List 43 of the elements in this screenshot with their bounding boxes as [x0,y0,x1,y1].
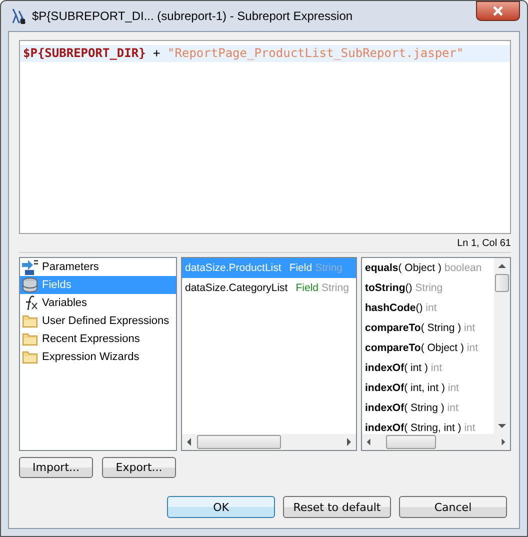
method-item[interactable]: toString() String [362,278,494,298]
toolbar-button[interactable]: Export... [102,457,176,478]
method-item[interactable]: equals( Object ) boolean [362,258,494,278]
method-item[interactable]: hashCode() int [362,298,494,318]
field-item[interactable]: dataSize.CategoryList Field String [182,278,356,298]
parameter-icon [21,259,39,275]
folder-icon [21,313,39,329]
horizontal-scrollbar[interactable] [362,434,510,450]
method-item[interactable]: compareTo( Object ) int [362,338,494,358]
method-item[interactable]: indexOf( String ) int [362,398,494,418]
scroll-left-icon[interactable] [186,438,193,446]
method-item[interactable]: indexOf( int, int ) int [362,378,494,398]
database-icon [21,277,39,293]
dialog-button[interactable]: Reset to default [283,496,391,518]
method-item[interactable]: compareTo( String ) int [362,318,494,338]
expression-editor[interactable]: $P{SUBREPORT_DIR} + "ReportPage_ProductList_SubReport.jasper" [19,40,511,234]
app-icon [10,7,26,25]
close-icon [491,6,505,16]
method-item[interactable]: indexOf( int ) int [362,358,494,378]
toolbar-button[interactable]: Import... [19,457,93,478]
horizontal-scrollbar[interactable] [182,434,356,450]
folder-icon [21,331,39,347]
category-item[interactable]: Expression Wizards [20,348,176,366]
scroll-right-icon[interactable] [345,438,352,446]
scroll-right-icon[interactable] [500,438,506,446]
cursor-position: Ln 1, Col 61 [457,238,511,248]
scroll-up-icon[interactable] [498,263,506,270]
scroll-thumb[interactable] [386,435,436,449]
window-title: $P{SUBREPORT_DI... (subreport-1) - Subreport Expression [32,9,354,23]
category-item[interactable]: Recent Expressions [20,330,176,348]
dialog-button[interactable]: OK [167,496,275,518]
folder-icon [21,349,39,365]
category-item[interactable]: Variables [20,294,176,312]
vertical-scrollbar[interactable] [494,258,510,434]
scroll-left-icon[interactable] [366,438,372,446]
scroll-thumb[interactable] [495,274,509,292]
method-item[interactable]: indexOf( String, int ) int [362,418,494,434]
close-button[interactable] [476,1,520,21]
category-item[interactable]: Parameters [20,258,176,276]
scroll-down-icon[interactable] [498,422,506,429]
scroll-thumb[interactable] [197,435,281,449]
category-item[interactable]: User Defined Expressions [20,312,176,330]
dialog-button[interactable]: Cancel [399,496,507,518]
